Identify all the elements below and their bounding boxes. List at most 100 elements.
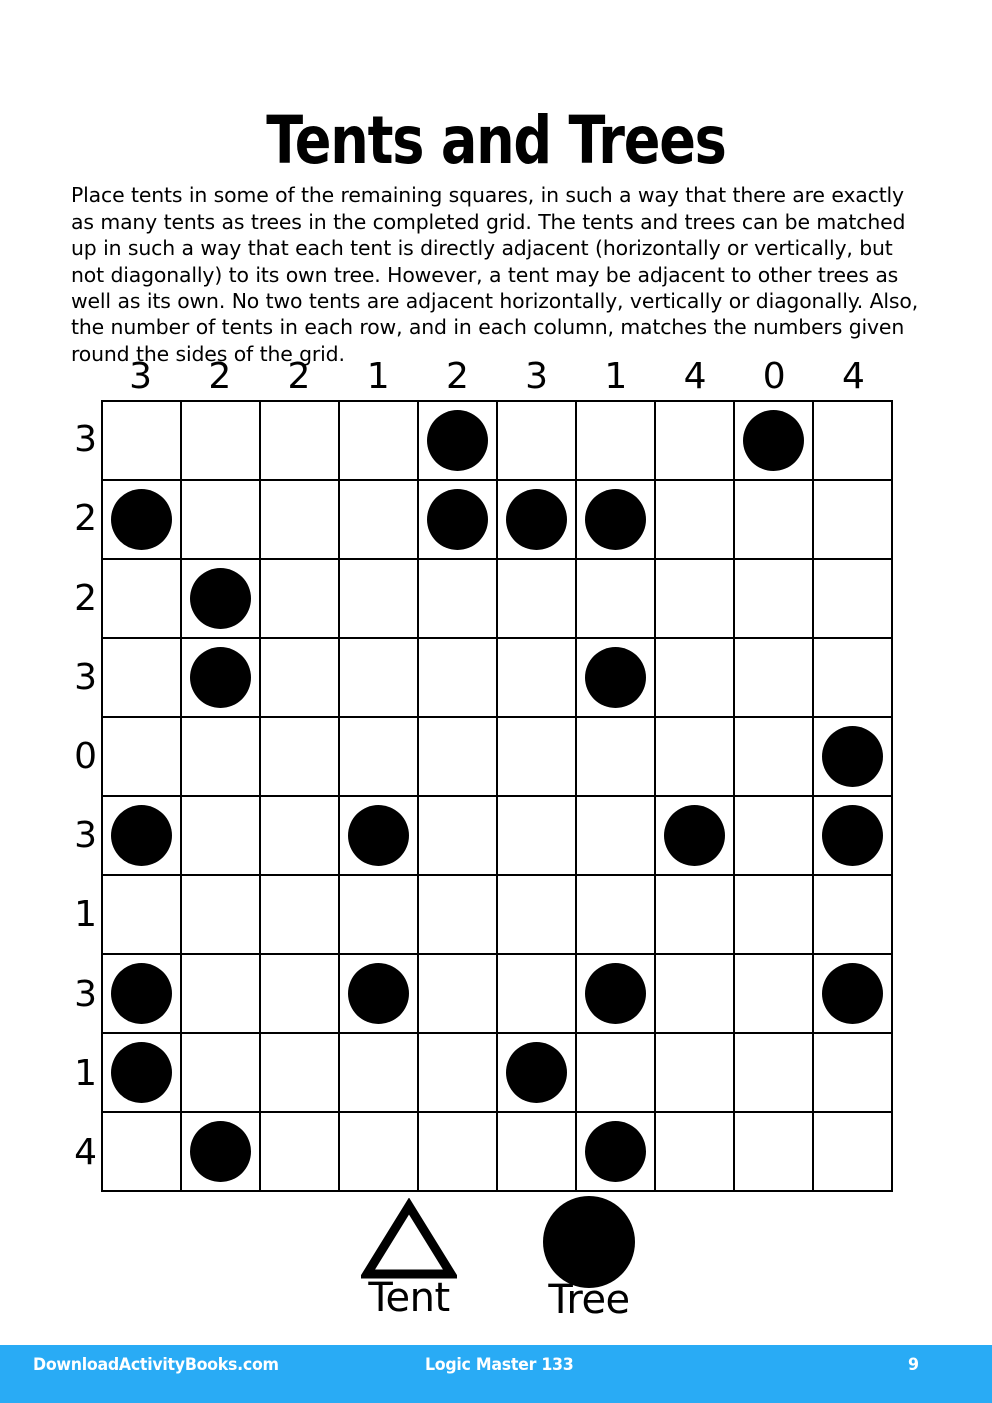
grid-cell-empty[interactable] — [577, 560, 656, 639]
grid-cell-empty[interactable] — [498, 639, 577, 718]
grid-cell-tree[interactable] — [735, 402, 814, 481]
grid-cell-empty[interactable] — [340, 481, 419, 560]
grid-cell-empty[interactable] — [814, 560, 893, 639]
grid-cell-empty[interactable] — [577, 402, 656, 481]
grid-cell-empty[interactable] — [735, 639, 814, 718]
grid-cell-empty[interactable] — [261, 560, 340, 639]
grid-cell-empty[interactable] — [261, 402, 340, 481]
grid-cell-empty[interactable] — [340, 402, 419, 481]
grid-cell-empty[interactable] — [261, 955, 340, 1034]
grid-cell-empty[interactable] — [814, 1034, 893, 1113]
grid-cell-empty[interactable] — [735, 876, 814, 955]
grid-cell-tree[interactable] — [814, 718, 893, 797]
grid-cell-tree[interactable] — [498, 481, 577, 560]
grid-cell-empty[interactable] — [656, 402, 735, 481]
grid-cell-empty[interactable] — [340, 718, 419, 797]
grid-cell-tree[interactable] — [814, 955, 893, 1034]
grid-cell-empty[interactable] — [498, 876, 577, 955]
grid-cell-empty[interactable] — [498, 955, 577, 1034]
grid-cell-empty[interactable] — [182, 955, 261, 1034]
grid-cell-empty[interactable] — [182, 402, 261, 481]
grid-cell-empty[interactable] — [419, 797, 498, 876]
grid-cell-empty[interactable] — [498, 402, 577, 481]
grid-cell-empty[interactable] — [735, 718, 814, 797]
grid-cell-tree[interactable] — [577, 481, 656, 560]
grid-cell-empty[interactable] — [498, 718, 577, 797]
grid-cell-empty[interactable] — [103, 639, 182, 718]
grid-cell-empty[interactable] — [735, 797, 814, 876]
grid-cell-tree[interactable] — [498, 1034, 577, 1113]
grid-cell-empty[interactable] — [498, 560, 577, 639]
grid-cell-empty[interactable] — [656, 1113, 735, 1192]
grid-cell-empty[interactable] — [182, 718, 261, 797]
grid-cell-empty[interactable] — [735, 481, 814, 560]
grid-cell-empty[interactable] — [261, 797, 340, 876]
grid-cell-tree[interactable] — [103, 955, 182, 1034]
grid-cell-tree[interactable] — [103, 797, 182, 876]
grid-cell-empty[interactable] — [577, 718, 656, 797]
grid-cell-empty[interactable] — [103, 402, 182, 481]
grid-cell-empty[interactable] — [735, 560, 814, 639]
grid-cell-empty[interactable] — [340, 639, 419, 718]
grid-cell-empty[interactable] — [182, 481, 261, 560]
grid-cell-empty[interactable] — [814, 1113, 893, 1192]
grid-cell-empty[interactable] — [735, 1034, 814, 1113]
grid-cell-empty[interactable] — [814, 876, 893, 955]
grid-cell-empty[interactable] — [656, 718, 735, 797]
grid-cell-empty[interactable] — [340, 1113, 419, 1192]
grid-cell-empty[interactable] — [261, 481, 340, 560]
grid-cell-empty[interactable] — [577, 797, 656, 876]
grid-cell-empty[interactable] — [419, 560, 498, 639]
grid-cell-empty[interactable] — [656, 481, 735, 560]
grid-cell-empty[interactable] — [261, 876, 340, 955]
footer-site-link[interactable]: DownloadActivityBooks.com — [33, 1355, 279, 1375]
grid-cell-empty[interactable] — [419, 1113, 498, 1192]
grid-cell-empty[interactable] — [261, 1113, 340, 1192]
grid-cell-empty[interactable] — [656, 955, 735, 1034]
grid-cell-empty[interactable] — [182, 797, 261, 876]
grid-cell-empty[interactable] — [261, 1034, 340, 1113]
grid-cell-empty[interactable] — [498, 1113, 577, 1192]
grid-cell-empty[interactable] — [577, 876, 656, 955]
grid-cell-empty[interactable] — [419, 639, 498, 718]
grid-cell-empty[interactable] — [656, 639, 735, 718]
grid-cell-tree[interactable] — [182, 1113, 261, 1192]
grid-cell-empty[interactable] — [814, 639, 893, 718]
grid-cell-empty[interactable] — [340, 560, 419, 639]
grid-cell-tree[interactable] — [103, 1034, 182, 1113]
grid-cell-tree[interactable] — [656, 797, 735, 876]
grid-cell-empty[interactable] — [656, 876, 735, 955]
grid-cell-empty[interactable] — [814, 481, 893, 560]
grid-cell-tree[interactable] — [814, 797, 893, 876]
grid-cell-empty[interactable] — [182, 1034, 261, 1113]
grid-cell-tree[interactable] — [577, 1113, 656, 1192]
grid-cell-empty[interactable] — [735, 1113, 814, 1192]
grid-cell-tree[interactable] — [577, 955, 656, 1034]
grid-cell-tree[interactable] — [182, 560, 261, 639]
grid-cell-empty[interactable] — [656, 1034, 735, 1113]
grid-cell-tree[interactable] — [103, 481, 182, 560]
grid-cell-tree[interactable] — [419, 402, 498, 481]
grid-cell-empty[interactable] — [340, 876, 419, 955]
grid-cell-empty[interactable] — [735, 955, 814, 1034]
puzzle-grid[interactable] — [101, 400, 893, 1192]
grid-cell-empty[interactable] — [419, 718, 498, 797]
grid-cell-empty[interactable] — [419, 955, 498, 1034]
grid-cell-empty[interactable] — [498, 797, 577, 876]
grid-cell-empty[interactable] — [103, 1113, 182, 1192]
grid-cell-empty[interactable] — [182, 876, 261, 955]
grid-cell-empty[interactable] — [261, 718, 340, 797]
grid-cell-tree[interactable] — [340, 955, 419, 1034]
grid-cell-empty[interactable] — [103, 718, 182, 797]
grid-cell-empty[interactable] — [577, 1034, 656, 1113]
grid-cell-empty[interactable] — [656, 560, 735, 639]
grid-cell-empty[interactable] — [419, 1034, 498, 1113]
grid-cell-empty[interactable] — [103, 560, 182, 639]
grid-cell-empty[interactable] — [814, 402, 893, 481]
grid-cell-empty[interactable] — [419, 876, 498, 955]
grid-cell-empty[interactable] — [261, 639, 340, 718]
grid-cell-empty[interactable] — [340, 1034, 419, 1113]
grid-cell-tree[interactable] — [340, 797, 419, 876]
grid-cell-tree[interactable] — [182, 639, 261, 718]
grid-cell-tree[interactable] — [419, 481, 498, 560]
